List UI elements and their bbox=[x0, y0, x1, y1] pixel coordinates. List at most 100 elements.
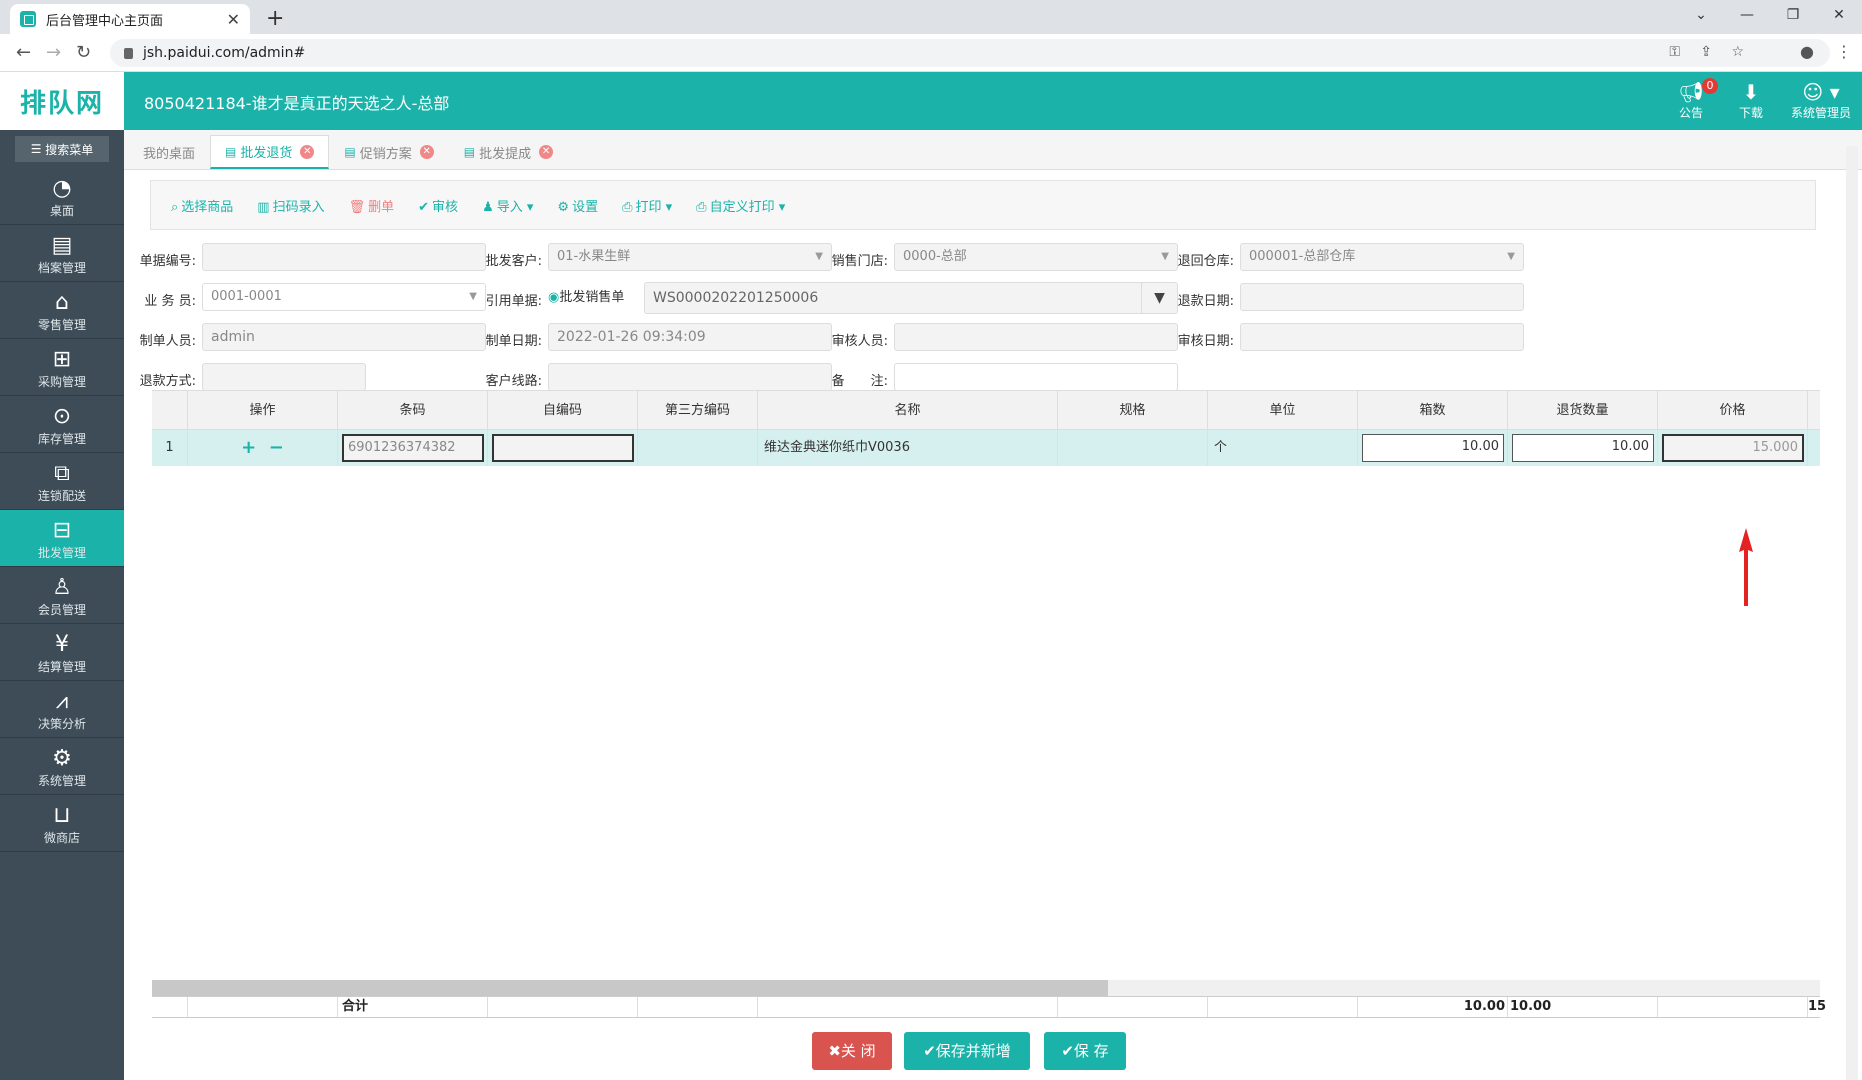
settings-button[interactable]: ⚙ 设置 bbox=[557, 196, 598, 215]
warehouse-select[interactable]: 000001-总部仓库 ▼ bbox=[1240, 243, 1524, 271]
vertical-scrollbar[interactable] bbox=[1846, 146, 1858, 1080]
search-menu-button[interactable]: ☰ 搜索菜单 bbox=[15, 136, 109, 162]
document-icon: ▤ bbox=[463, 145, 476, 159]
select-goods-button[interactable]: ⌕ 选择商品 bbox=[171, 196, 233, 215]
sidebar-item-system[interactable]: ⚙ 系统管理 bbox=[0, 738, 124, 795]
close-tab-icon[interactable]: ✕ bbox=[539, 145, 554, 159]
import-dropdown[interactable]: ♟ 导入 ▾ bbox=[482, 196, 533, 215]
tab-my-desktop[interactable]: 我的桌面 bbox=[128, 135, 210, 169]
save-and-new-button[interactable]: ✔保存并新增 bbox=[904, 1032, 1030, 1070]
new-tab-icon[interactable]: + bbox=[266, 6, 284, 31]
close-tab-icon[interactable]: ✕ bbox=[227, 10, 240, 29]
doc-no-field[interactable] bbox=[202, 243, 486, 271]
reload-icon[interactable]: ↻ bbox=[76, 42, 91, 63]
footer-cell bbox=[188, 997, 338, 1017]
salesman-select[interactable]: 0001-0001 ▼ bbox=[202, 283, 486, 311]
sidebar-item-archive[interactable]: ▤ 档案管理 bbox=[0, 225, 124, 282]
creator-field[interactable]: admin bbox=[202, 323, 486, 351]
auditor-label: 审核人员: bbox=[831, 334, 888, 349]
close-tab-icon[interactable]: ✕ bbox=[300, 144, 315, 159]
remark-field[interactable] bbox=[894, 363, 1178, 391]
scan-entry-button[interactable]: ▥ 扫码录入 bbox=[257, 196, 324, 215]
key-icon[interactable]: ⚿ bbox=[1669, 44, 1680, 60]
sidebar-item-label: 会员管理 bbox=[37, 603, 86, 617]
button-label: 自定义打印 bbox=[709, 199, 775, 215]
sidebar-item-wholesale[interactable]: ⊟ 批发管理 bbox=[0, 510, 124, 567]
boxes-input[interactable]: 10.00 bbox=[1362, 434, 1504, 462]
button-label: 关 闭 bbox=[840, 1042, 876, 1060]
sidebar-item-label: 批发管理 bbox=[37, 546, 86, 560]
ref-doc-field[interactable]: WS0000202201250006 ▼ bbox=[644, 282, 1178, 314]
third-code-cell bbox=[638, 430, 758, 466]
url-field[interactable]: jsh.paidui.com/admin# ⚿ ⇪ ☆ bbox=[110, 39, 1830, 67]
create-date-field[interactable]: 2022-01-26 09:34:09 bbox=[548, 323, 832, 351]
sidebar-item-analysis[interactable]: ⩘ 决策分析 bbox=[0, 681, 124, 738]
back-icon[interactable]: ← bbox=[16, 42, 31, 63]
audit-date-field[interactable] bbox=[1240, 323, 1524, 351]
tab-wholesale-return[interactable]: ▤ 批发退货 ✕ bbox=[210, 135, 330, 169]
tab-promotion[interactable]: ▤ 促销方案 ✕ bbox=[329, 135, 448, 169]
sidebar-item-delivery[interactable]: ⧉ 连锁配送 bbox=[0, 453, 124, 510]
auditor-field[interactable] bbox=[894, 323, 1178, 351]
forward-icon[interactable]: → bbox=[46, 42, 61, 63]
scrollbar-thumb[interactable] bbox=[152, 980, 1108, 996]
sidebar-item-inventory[interactable]: ⊙ 库存管理 bbox=[0, 396, 124, 453]
user-menu[interactable]: ☺ ▾ 系统管理员 bbox=[1786, 80, 1856, 121]
close-button[interactable]: ✖关 闭 bbox=[812, 1032, 892, 1070]
tab-wholesale-commission[interactable]: ▤ 批发提成 ✕ bbox=[449, 135, 568, 169]
sidebar-item-settlement[interactable]: ¥ 结算管理 bbox=[0, 624, 124, 681]
sidebar-item-desktop[interactable]: ◔ 桌面 bbox=[0, 168, 124, 225]
bookmark-star-icon[interactable]: ☆ bbox=[1731, 44, 1744, 60]
self-code-input[interactable] bbox=[492, 434, 634, 462]
grid-header-cell: 箱数 bbox=[1358, 391, 1508, 431]
warehouse-value: 000001-总部仓库 bbox=[1249, 249, 1356, 264]
sidebar-item-purchase[interactable]: ⊞ 采购管理 bbox=[0, 339, 124, 396]
table-row[interactable]: 1 + − 6901236374382 维达金典迷你纸巾V0036 个 10.0… bbox=[152, 430, 1820, 466]
return-qty-cell: 10.00 bbox=[1508, 430, 1658, 466]
remove-row-icon[interactable]: − bbox=[269, 437, 284, 458]
price-input[interactable]: 15.000 bbox=[1662, 434, 1804, 462]
toolbar: ⌕ 选择商品 ▥ 扫码录入 🗑︎ 删单 ✔ 审核 ♟ 导入 ▾ ⚙ 设置 ⎙ 打印 ▾ ⎙ 自定… bbox=[150, 180, 1816, 230]
save-button[interactable]: ✔保 存 bbox=[1044, 1032, 1126, 1070]
share-icon[interactable]: ⇪ bbox=[1700, 44, 1712, 60]
return-qty-input[interactable]: 10.00 bbox=[1512, 434, 1654, 462]
delete-doc-button[interactable]: 🗑︎ 删单 bbox=[349, 196, 395, 215]
add-row-icon[interactable]: + bbox=[241, 437, 256, 458]
store-label: 销售门店: bbox=[831, 254, 888, 269]
remark-label: 备 注: bbox=[831, 374, 888, 389]
approve-button[interactable]: ✔ 审核 bbox=[418, 196, 458, 215]
print-dropdown[interactable]: ⎙ 打印 ▾ bbox=[622, 196, 672, 215]
grid-header: 操作 条码 自编码 第三方编码 名称 规格 单位 箱数 退货数量 价格 bbox=[152, 390, 1820, 431]
refund-method-label: 退款方式: bbox=[139, 374, 196, 389]
route-field[interactable] bbox=[548, 363, 832, 391]
grid-header-cell: 自编码 bbox=[488, 391, 638, 431]
grid-header-cell: 操作 bbox=[188, 391, 338, 431]
profile-icon[interactable]: ● bbox=[1800, 42, 1814, 61]
tab-search-icon[interactable]: ⌄ bbox=[1678, 0, 1724, 30]
window-close-icon[interactable]: ✕ bbox=[1816, 0, 1862, 30]
ref-doc-radio[interactable]: ◉批发销售单 bbox=[548, 286, 624, 305]
store-select[interactable]: 0000-总部 ▼ bbox=[894, 243, 1178, 271]
sidebar-item-member[interactable]: ♙ 会员管理 bbox=[0, 567, 124, 624]
browser-tab[interactable]: 后台管理中心主页面 ✕ bbox=[10, 4, 250, 34]
sidebar-item-microstore[interactable]: ⊔ 微商店 bbox=[0, 795, 124, 852]
refund-method-field[interactable] bbox=[202, 363, 366, 391]
browser-menu-icon[interactable]: ⋮ bbox=[1836, 42, 1852, 61]
download-button[interactable]: ⬇ 下载 bbox=[1724, 80, 1778, 121]
customer-select[interactable]: 01-水果生鲜 ▼ bbox=[548, 243, 832, 271]
horizontal-scrollbar[interactable] bbox=[152, 980, 1820, 996]
barcode-input[interactable]: 6901236374382 bbox=[342, 434, 484, 462]
refund-date-field[interactable] bbox=[1240, 283, 1524, 311]
grid-header-cell: 名称 bbox=[758, 391, 1058, 431]
restore-icon[interactable]: ❐ bbox=[1770, 0, 1816, 30]
sidebar-item-retail[interactable]: ⌂ 零售管理 bbox=[0, 282, 124, 339]
footer-cell bbox=[638, 997, 758, 1017]
boxes-cell: 10.00 bbox=[1358, 430, 1508, 466]
annotation-arrow-icon bbox=[1739, 528, 1753, 606]
minimize-icon[interactable]: — bbox=[1724, 0, 1770, 30]
custom-print-dropdown[interactable]: ⎙ 自定义打印 ▾ bbox=[696, 196, 785, 215]
grid-header-cell: 规格 bbox=[1058, 391, 1208, 431]
sidebar-item-label: 库存管理 bbox=[37, 432, 86, 446]
barcode-icon: ▥ bbox=[257, 199, 270, 215]
close-tab-icon[interactable]: ✕ bbox=[419, 145, 434, 159]
